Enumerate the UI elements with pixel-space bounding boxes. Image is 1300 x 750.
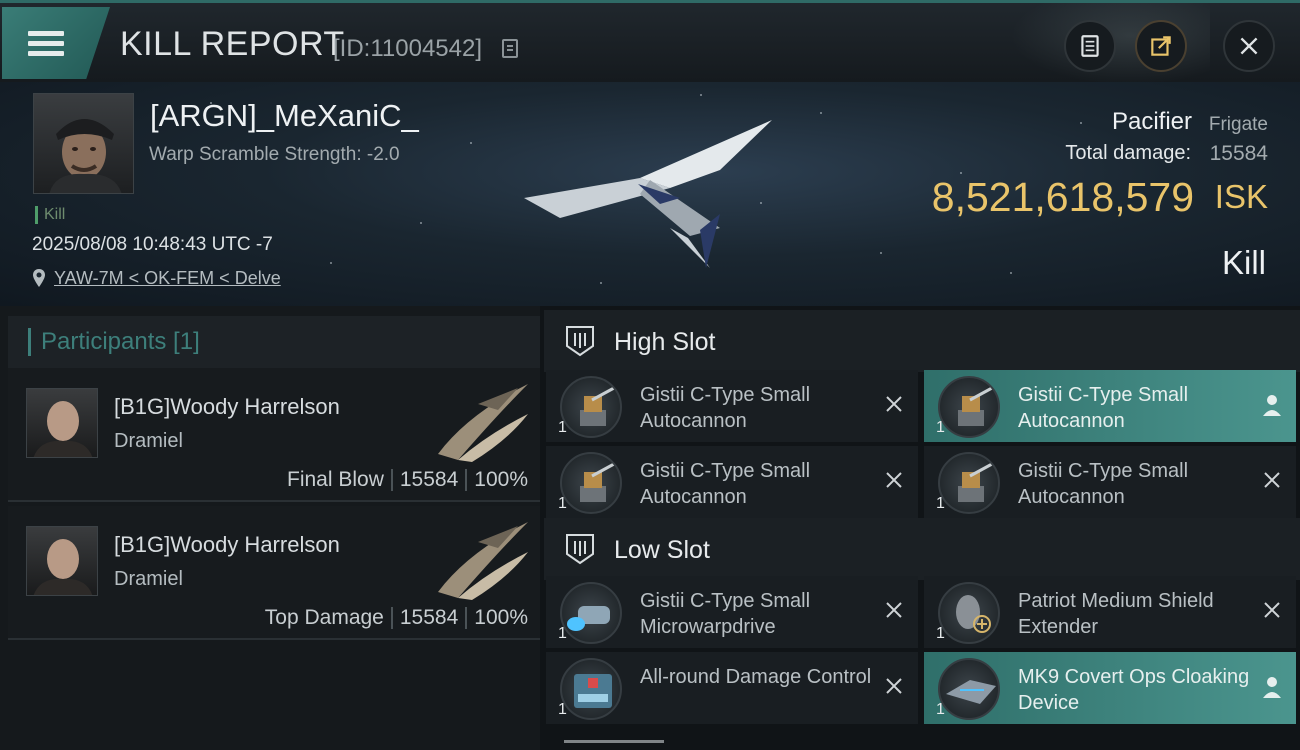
module-quantity: 1 <box>936 495 945 512</box>
total-damage-value: 15584 <box>1209 142 1268 165</box>
close-icon <box>1240 37 1258 55</box>
module-name: MK9 Covert Ops Cloaking Device <box>1018 666 1250 714</box>
participants-header: Participants [1] <box>8 316 540 372</box>
participant-stats: Top Damage 15584 100% <box>265 606 528 630</box>
module-name: All-round Damage Control <box>640 666 872 688</box>
module-quantity: 1 <box>936 625 945 642</box>
module-quantity: 1 <box>558 419 567 436</box>
victim-avatar[interactable] <box>33 93 134 194</box>
autocannon-icon <box>560 452 622 514</box>
destroyed-icon <box>1264 602 1280 618</box>
module-quantity: 1 <box>558 625 567 642</box>
clipboard-icon <box>1081 35 1099 57</box>
participant-damage: 15584 <box>399 468 459 491</box>
participant-ship: Dramiel <box>114 568 183 590</box>
participant-name[interactable]: [B1G]Woody Harrelson <box>114 394 340 420</box>
destroyed-icon <box>886 602 902 618</box>
destroyed-icon <box>1264 472 1280 488</box>
participant-row[interactable]: [B1G]Woody Harrelson Dramiel Final Blow 1… <box>8 368 540 502</box>
module-slot[interactable]: 1 Patriot Medium Shield Extender <box>924 576 1296 648</box>
participants-panel: Participants [1] [B1G]Woody Harrelson Dr… <box>0 306 540 750</box>
module-slot[interactable]: 1 Gistii C-Type Small Autocannon <box>924 446 1296 518</box>
next-slot-header-cutoff <box>564 740 664 750</box>
module-slot[interactable]: 1 MK9 Covert Ops Cloaking Device <box>924 652 1296 724</box>
cloaking-device-icon <box>938 658 1000 720</box>
module-slot[interactable]: 1 Gistii C-Type Small Microwarpdrive <box>546 576 918 648</box>
location-link[interactable]: YAW-7M < OK-FEM < Delve <box>54 268 281 289</box>
microwarpdrive-icon <box>560 582 622 644</box>
menu-button[interactable] <box>2 7 110 79</box>
module-name: Gistii C-Type Small Autocannon <box>640 384 811 432</box>
report-id: [ID:11004542] <box>333 35 483 62</box>
module-name: Gistii C-Type Small Microwarpdrive <box>640 590 811 638</box>
participant-percent: 100% <box>474 606 528 629</box>
kill-tag: Kill <box>35 206 65 224</box>
module-quantity: 1 <box>558 495 567 512</box>
module-quantity: 1 <box>936 701 945 718</box>
autocannon-icon <box>560 376 622 438</box>
shield-extender-icon <box>938 582 1000 644</box>
participant-damage: 15584 <box>399 606 459 629</box>
damage-control-icon <box>560 658 622 720</box>
module-name: Gistii C-Type Small Autocannon <box>1018 460 1189 508</box>
victim-ship-image[interactable] <box>520 118 780 278</box>
participant-percent: 100% <box>474 468 528 491</box>
participant-stats: Final Blow 15584 100% <box>287 468 528 492</box>
module-quantity: 1 <box>558 701 567 718</box>
low-slot-label: Low Slot <box>614 536 710 564</box>
hamburger-icon <box>28 26 64 61</box>
close-button[interactable] <box>1223 20 1275 72</box>
module-name: Gistii C-Type Small Autocannon <box>1018 384 1189 432</box>
page-title: KILL REPORT <box>120 25 345 63</box>
participant-ship-image[interactable] <box>428 512 532 600</box>
module-slot[interactable]: 1 Gistii C-Type Small Autocannon <box>546 446 918 518</box>
destroyed-icon <box>886 472 902 488</box>
module-name: Gistii C-Type Small Autocannon <box>640 460 811 508</box>
participant-row[interactable]: [B1G]Woody Harrelson Dramiel Top Damage 1… <box>8 506 540 640</box>
person-icon <box>1263 677 1281 698</box>
total-damage-label: Total damage: <box>1065 142 1191 164</box>
module-name: Patriot Medium Shield Extender <box>1018 590 1214 638</box>
victim-banner: [ARGN]_MeXaniC_ Warp Scramble Strength: … <box>0 82 1300 306</box>
participant-role: Final Blow <box>287 468 384 491</box>
participant-ship: Dramiel <box>114 430 183 452</box>
location-pin-icon <box>33 269 45 287</box>
share-button[interactable] <box>1135 20 1187 72</box>
participant-role: Top Damage <box>264 606 384 629</box>
share-icon <box>1151 36 1171 56</box>
destroyed-icon <box>886 678 902 694</box>
low-slot-header: Low Slot <box>544 518 1300 580</box>
participant-name[interactable]: [B1G]Woody Harrelson <box>114 532 340 558</box>
victim-ship-name[interactable]: Pacifier <box>1112 108 1192 136</box>
module-quantity: 1 <box>936 419 945 436</box>
warp-scramble-strength: Warp Scramble Strength: -2.0 <box>149 144 400 165</box>
module-slot[interactable]: 1 Gistii C-Type Small Autocannon <box>924 370 1296 442</box>
autocannon-icon <box>938 452 1000 514</box>
header-bar: KILL REPORT [ID:11004542] <box>0 0 1300 85</box>
participant-avatar[interactable] <box>26 388 98 458</box>
isk-value: 8,521,618,579 <box>931 174 1194 220</box>
participant-ship-image[interactable] <box>428 374 532 462</box>
fitting-panel: High Slot 1 Gistii C-Type Small Autocann… <box>540 306 1300 750</box>
kill-outcome: Kill <box>1221 244 1266 281</box>
autocannon-icon <box>938 376 1000 438</box>
participant-avatar[interactable] <box>26 526 98 596</box>
copy-icon[interactable] <box>502 39 518 58</box>
module-slot[interactable]: 1 All-round Damage Control <box>546 652 918 724</box>
high-slot-header: High Slot <box>544 310 1300 372</box>
high-slot-icon <box>566 326 594 357</box>
kill-timestamp: 2025/08/08 10:48:43 UTC -7 <box>32 234 273 255</box>
isk-unit: ISK <box>1214 178 1268 215</box>
module-slot[interactable]: 1 Gistii C-Type Small Autocannon <box>546 370 918 442</box>
low-slot-icon <box>566 534 594 565</box>
victim-ship-class: Frigate <box>1208 114 1268 135</box>
destroyed-icon <box>886 396 902 412</box>
victim-name[interactable]: [ARGN]_MeXaniC_ <box>150 98 419 134</box>
participants-title: Participants [1] <box>28 328 200 356</box>
high-slot-label: High Slot <box>614 328 716 356</box>
person-icon <box>1263 395 1281 416</box>
clipboard-button[interactable] <box>1064 20 1116 72</box>
